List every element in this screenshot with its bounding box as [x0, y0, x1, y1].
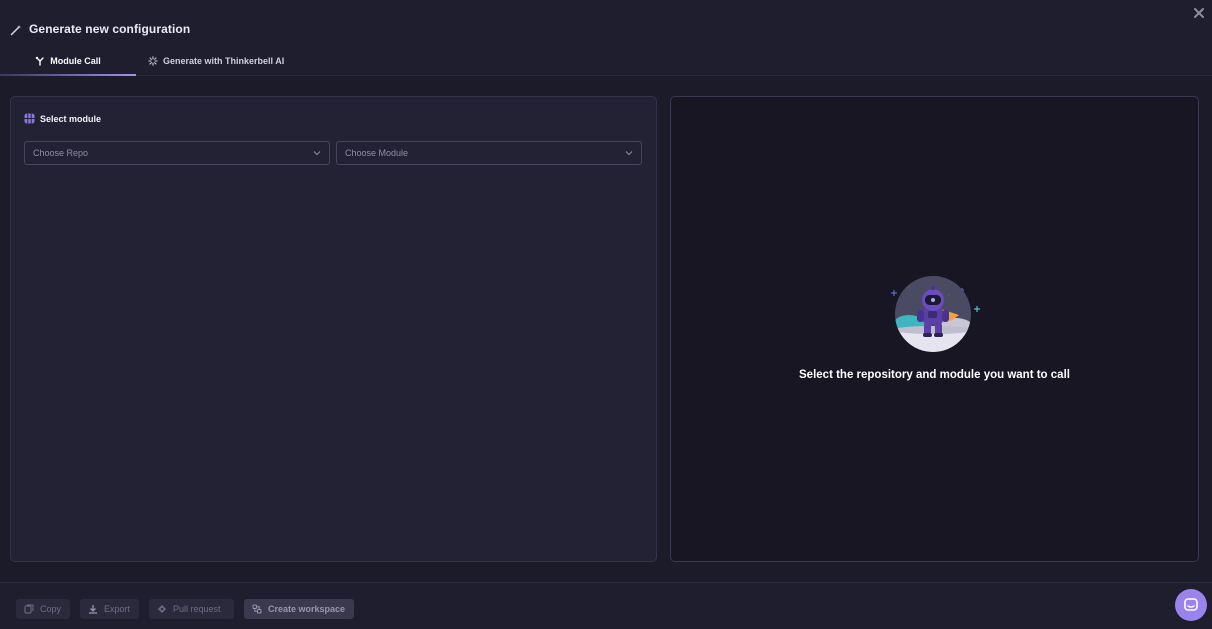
empty-state-message: Select the repository and module you wan… — [799, 369, 1070, 381]
tab-module-call[interactable]: Module Call — [0, 45, 136, 76]
create-workspace-button[interactable]: Create workspace — [244, 599, 354, 619]
support-chat-button[interactable] — [1175, 589, 1207, 621]
choose-module-select[interactable]: Choose Module — [336, 141, 642, 165]
sparkle-icon — [148, 55, 158, 66]
choose-module-placeholder: Choose Module — [345, 148, 409, 158]
generate-config-modal: Generate new configuration Module Call G… — [0, 0, 1212, 629]
module-grid-icon — [24, 113, 35, 124]
astronaut-illustration — [891, 276, 980, 352]
pull-request-label: Pull request — [173, 604, 221, 614]
choose-repo-select[interactable]: Choose Repo — [24, 141, 330, 165]
close-button[interactable] — [1192, 6, 1206, 20]
module-selection-panel: Select module Choose Repo Choose Module — [10, 96, 657, 562]
pull-request-icon — [158, 605, 166, 613]
tab-bar: Module Call Generate with Thinkerbell AI — [0, 45, 296, 76]
modal-title: Generate new configuration — [29, 22, 191, 36]
export-label: Export — [104, 604, 131, 614]
chevron-down-icon — [313, 151, 321, 156]
chat-icon — [1184, 598, 1198, 611]
tab-generate-ai-label: Generate with Thinkerbell AI — [163, 55, 285, 66]
create-workspace-label: Create workspace — [268, 604, 346, 614]
section-title: Select module — [40, 113, 102, 124]
footer-toolbar: Copy Export Pull request Create workspac… — [0, 582, 1212, 629]
copy-icon — [24, 604, 34, 614]
tab-module-call-label: Module Call — [50, 55, 101, 66]
tab-generate-ai[interactable]: Generate with Thinkerbell AI — [136, 45, 296, 76]
section-header: Select module — [24, 113, 101, 124]
copy-label: Copy — [40, 604, 62, 614]
copy-button[interactable]: Copy — [16, 599, 70, 619]
close-icon — [1194, 8, 1204, 18]
download-icon — [89, 605, 97, 614]
modal-header: Generate new configuration Module Call G… — [0, 0, 1212, 76]
chevron-down-icon — [625, 151, 633, 156]
pull-request-button[interactable]: Pull request — [149, 599, 234, 619]
magic-wand-icon — [10, 23, 22, 36]
module-call-icon — [36, 56, 44, 66]
title-row: Generate new configuration — [10, 22, 190, 36]
preview-panel: Select the repository and module you wan… — [670, 96, 1199, 562]
choose-repo-placeholder: Choose Repo — [33, 148, 89, 158]
export-button[interactable]: Export — [80, 599, 139, 619]
workspace-icon — [252, 604, 262, 614]
